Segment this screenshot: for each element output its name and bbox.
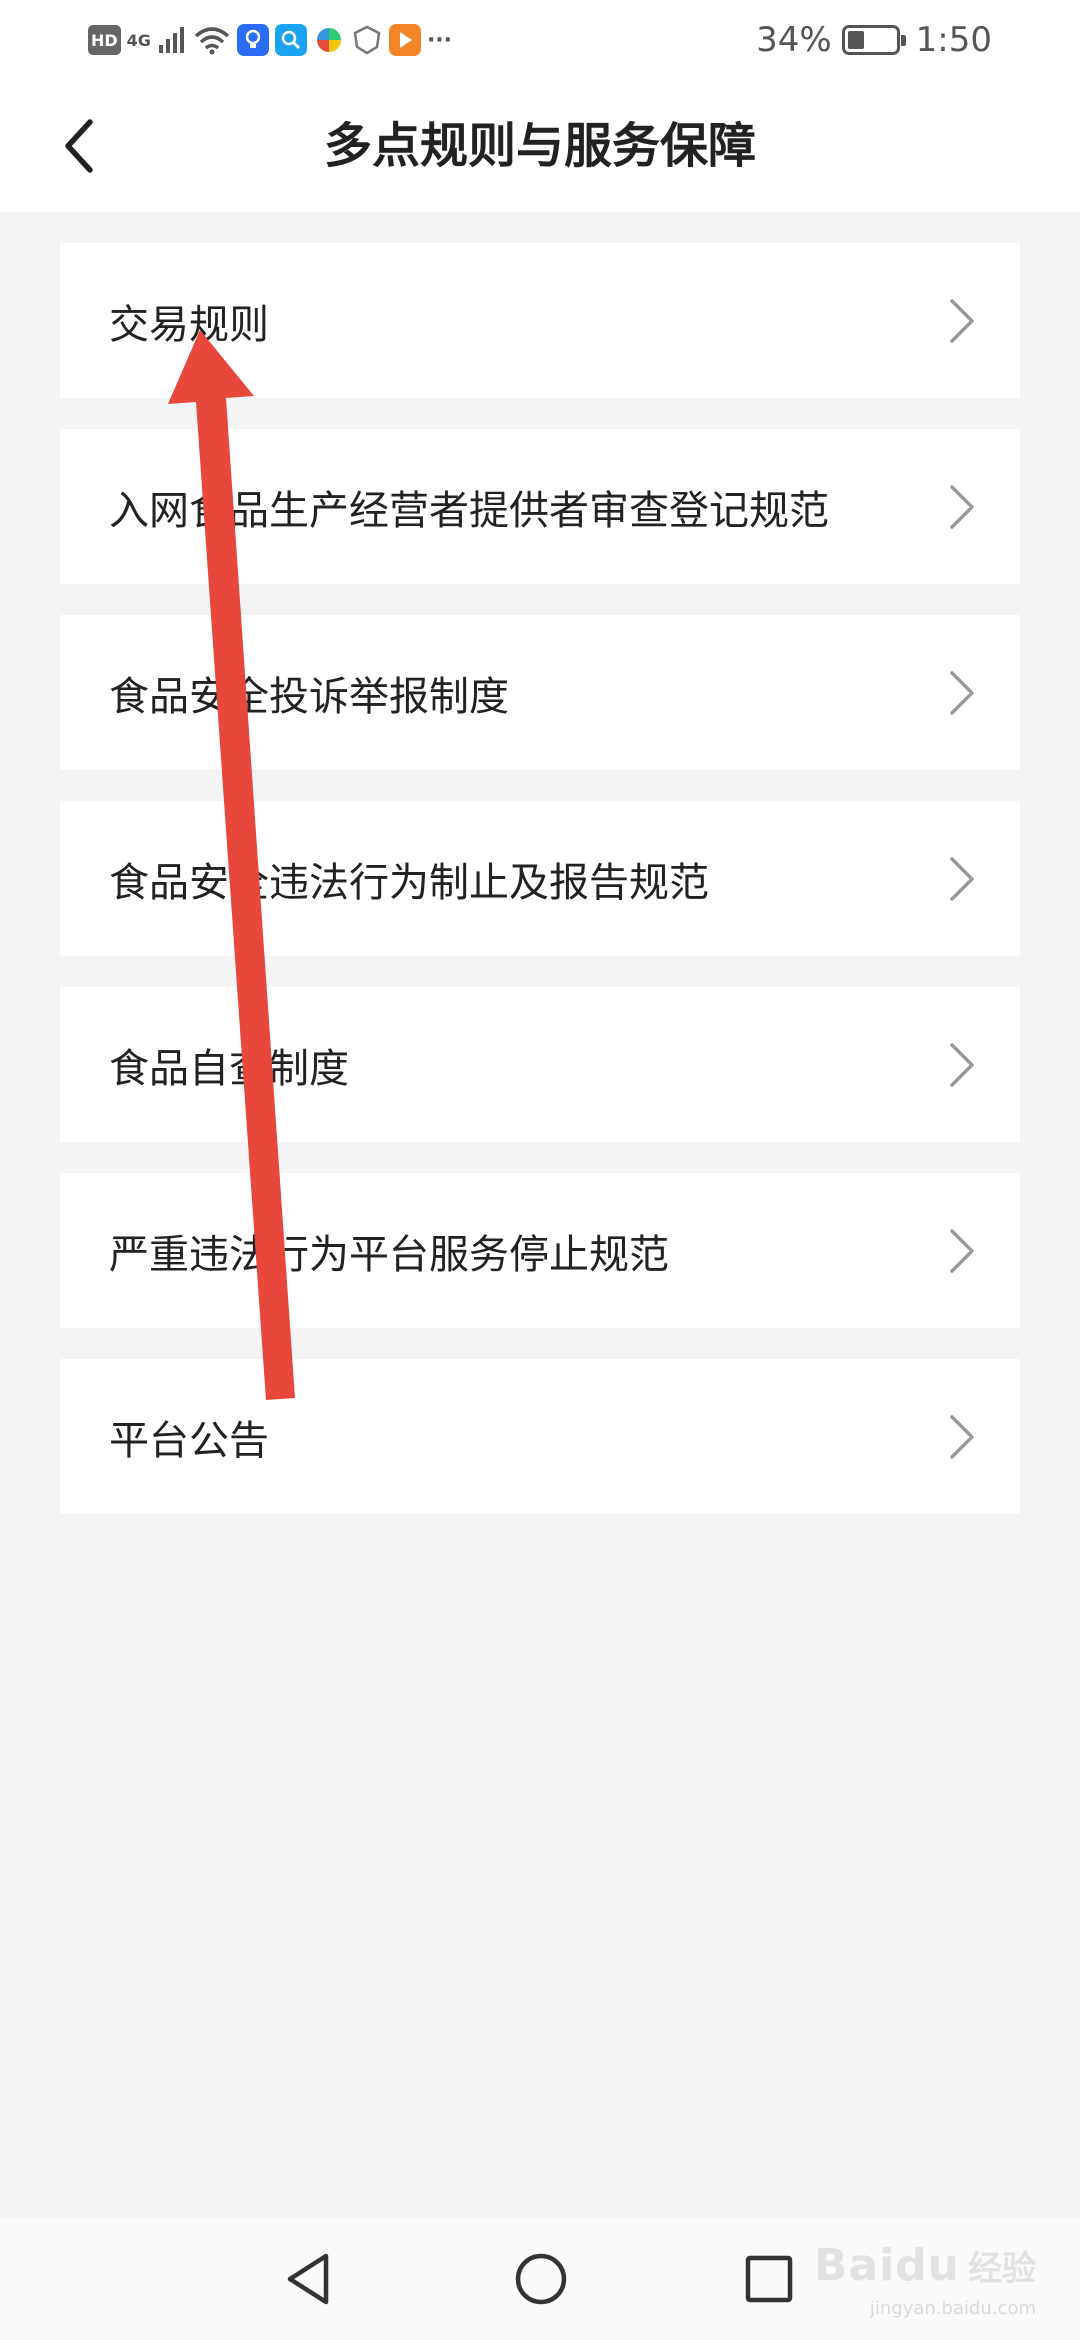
chevron-right-icon xyxy=(950,1228,974,1273)
play-app-icon xyxy=(388,24,421,56)
chevron-right-icon xyxy=(950,1414,974,1459)
page-title: 多点规则与服务保障 xyxy=(323,118,756,174)
chevron-right-icon xyxy=(950,670,974,715)
triangle-back-icon xyxy=(287,2253,329,2305)
chevron-right-icon xyxy=(950,856,974,901)
hd-badge: HD xyxy=(88,25,121,55)
watermark-url: jingyan.baidu.com xyxy=(869,2298,1036,2319)
nav-back-button[interactable] xyxy=(276,2246,342,2312)
nav-recents-button[interactable] xyxy=(736,2246,802,2312)
baidu-watermark: Baidu 经验 jingyan.baidu.com xyxy=(813,2240,1036,2319)
network-type: 4G xyxy=(126,30,151,50)
battery-percent: 34% xyxy=(756,20,832,60)
wifi-icon xyxy=(194,27,230,55)
menu-item-service-suspension[interactable]: 严重违法行为平台服务停止规范 xyxy=(60,1173,1020,1328)
battery-fill xyxy=(847,31,864,49)
menu-item-label: 食品自查制度 xyxy=(109,1045,349,1092)
navigation-bar: Baidu 经验 jingyan.baidu.com xyxy=(0,2218,1080,2340)
nav-home-button[interactable] xyxy=(508,2246,574,2312)
square-recents-icon xyxy=(745,2255,793,2303)
battery-icon xyxy=(841,25,906,55)
status-right: 34% 1:50 xyxy=(756,20,992,60)
menu-item-platform-announcement[interactable]: 平台公告 xyxy=(60,1359,1020,1514)
menu-item-label: 交易规则 xyxy=(109,301,269,348)
status-bar: HD 4G ··· 34% 1:50 xyxy=(0,0,1080,80)
chevron-right-icon xyxy=(950,298,974,343)
menu-item-self-inspection[interactable]: 食品自查制度 xyxy=(60,987,1020,1142)
clock: 1:50 xyxy=(915,20,992,60)
menu-item-registration-review[interactable]: 入网食品生产经营者提供者审查登记规范 xyxy=(60,429,1020,584)
watermark-brand: Baidu xyxy=(813,2240,960,2291)
menu-item-label: 严重违法行为平台服务停止规范 xyxy=(109,1231,669,1278)
menu-item-label: 入网食品生产经营者提供者审查登记规范 xyxy=(109,487,829,534)
search-app-icon xyxy=(274,24,307,56)
bulb-app-icon xyxy=(236,24,269,56)
shield-app-icon xyxy=(350,24,383,56)
circle-home-icon xyxy=(515,2253,567,2305)
rules-list: 交易规则 入网食品生产经营者提供者审查登记规范 食品安全投诉举报制度 食品安全违… xyxy=(60,243,1020,1545)
signal-icon xyxy=(158,27,184,53)
menu-item-violation-reporting[interactable]: 食品安全违法行为制止及报告规范 xyxy=(60,801,1020,956)
menu-item-label: 食品安全投诉举报制度 xyxy=(109,673,509,720)
status-left: HD 4G ··· xyxy=(88,20,452,60)
menu-item-label: 食品安全违法行为制止及报告规范 xyxy=(109,859,709,906)
more-notifications-icon: ··· xyxy=(426,27,453,53)
pinwheel-app-icon xyxy=(312,24,345,56)
chevron-right-icon xyxy=(950,484,974,529)
screen: HD 4G ··· 34% 1:50 多点规则与服务保障 交易规则 入网食品生产… xyxy=(0,0,1080,2340)
menu-item-trade-rules[interactable]: 交易规则 xyxy=(60,243,1020,398)
watermark-cn: 经验 xyxy=(968,2249,1036,2289)
chevron-right-icon xyxy=(950,1042,974,1087)
header: 多点规则与服务保障 xyxy=(0,80,1080,212)
menu-item-complaint-system[interactable]: 食品安全投诉举报制度 xyxy=(60,615,1020,770)
menu-item-label: 平台公告 xyxy=(109,1417,269,1464)
